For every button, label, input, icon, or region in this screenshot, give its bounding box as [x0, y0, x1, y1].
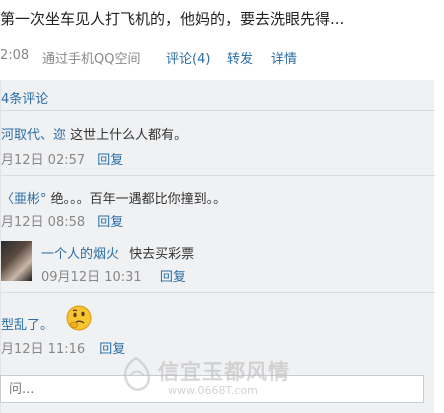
comment-2-name[interactable]: 〈亜彬°	[1, 192, 47, 207]
comment-1-line: 河取代、迩 这世上什么人都有。	[1, 124, 187, 143]
comments-header[interactable]: 4条评论	[1, 88, 48, 107]
divider	[1, 175, 435, 176]
divider	[1, 292, 435, 293]
thinking-face-emoji-icon	[66, 305, 92, 331]
share-link[interactable]: 转发	[227, 48, 253, 67]
comment-1-meta: 月12日 02:57 回复	[1, 149, 123, 168]
comment-2-time: 月12日 08:58	[1, 215, 86, 230]
status-time: 2:08	[0, 48, 30, 63]
comment-3-line: 型乱了。	[1, 314, 53, 333]
nested-reply-meta: 09月12日 10:31 回复	[41, 266, 186, 285]
status-via: 通过手机QQ空间	[42, 52, 141, 67]
watermark-text: 信宜玉都风情	[158, 360, 290, 384]
comment-1-reply[interactable]: 回复	[97, 153, 123, 168]
nested-reply-time: 09月12日 10:31	[41, 270, 142, 285]
comment-3-time: 月12日 11:16	[1, 342, 86, 357]
nested-reply-text: 快去买彩票	[129, 247, 195, 262]
comment-2-text: 绝。。。百年一遇都比你撞到。。	[50, 192, 227, 207]
comment-2-reply[interactable]: 回复	[97, 215, 123, 230]
watermark-url: www.0668T.com	[168, 384, 258, 397]
user-avatar[interactable]	[1, 241, 32, 281]
watermark-logo-icon	[124, 356, 150, 391]
detail-link[interactable]: 详情	[271, 48, 297, 67]
watermark: 信宜玉都风情 www.0668T.com	[118, 352, 328, 404]
nested-reply-name[interactable]: 一个人的烟火	[41, 247, 119, 262]
comment-count-link[interactable]: 评论(4)	[166, 48, 210, 67]
status-text: 第一次坐车见人打飞机的，他妈的，要去洗眼先得...	[0, 10, 345, 28]
comment-1-text: 这世上什么人都有。	[70, 128, 188, 143]
comment-3-meta: 月12日 11:16 回复	[1, 338, 125, 357]
comment-3-name[interactable]: 型乱了。	[1, 318, 53, 333]
nested-reply-reply[interactable]: 回复	[160, 270, 186, 285]
comment-1-time: 月12日 02:57	[1, 153, 86, 168]
divider	[1, 110, 435, 111]
comment-1-name[interactable]: 河取代、迩	[1, 128, 66, 143]
nested-reply-line: 一个人的烟火 快去买彩票	[41, 243, 194, 262]
comment-2-meta: 月12日 08:58 回复	[1, 211, 123, 230]
comment-2-line: 〈亜彬° 绝。。。百年一遇都比你撞到。。	[1, 188, 226, 207]
